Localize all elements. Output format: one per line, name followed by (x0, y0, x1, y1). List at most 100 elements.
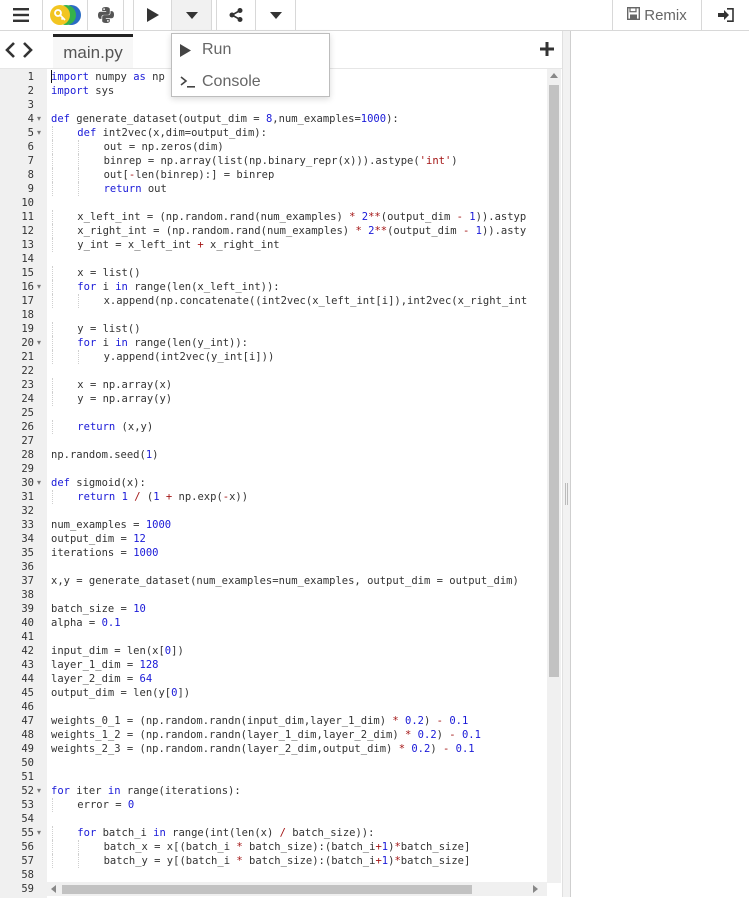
sign-in-icon (717, 8, 734, 22)
add-file-button[interactable] (540, 42, 556, 58)
scroll-right-icon[interactable] (533, 885, 538, 893)
line-number: 53 (21, 799, 34, 811)
code-line: for batch_i in range(int(len(x) / batch_… (77, 827, 375, 839)
fold-toggle-icon[interactable]: ▾ (37, 280, 45, 294)
scroll-left-icon[interactable] (51, 885, 56, 893)
indent-guide (78, 168, 80, 182)
fold-toggle-icon[interactable]: ▾ (37, 126, 45, 140)
indent-guide (52, 280, 53, 294)
code-line: def sigmoid(x): (51, 477, 146, 489)
code-line: y.append(int2vec(y_int[i])) (103, 351, 275, 363)
indent-guide (52, 154, 53, 168)
line-number: 14 (21, 253, 34, 265)
horizontal-scrollbar[interactable] (47, 882, 547, 896)
share-icon (229, 8, 243, 22)
line-number: 41 (21, 631, 34, 643)
fold-toggle-icon[interactable]: ▾ (37, 112, 45, 126)
code-line: for i in range(len(x_left_int)): (77, 281, 280, 293)
line-number: 56 (21, 841, 34, 853)
scroll-up-icon[interactable] (550, 73, 558, 78)
login-button[interactable] (702, 0, 749, 30)
output-panel (570, 31, 749, 897)
code-line: batch_size = 10 (51, 603, 146, 615)
remix-label: Remix (644, 6, 687, 24)
line-number: 43 (21, 659, 34, 671)
line-number: 38 (21, 589, 34, 601)
menu-item-console[interactable]: Console (172, 67, 329, 97)
line-number: 2 (27, 85, 34, 97)
code-line: x = list() (77, 267, 141, 279)
vertical-scroll-thumb[interactable] (549, 85, 559, 677)
line-number-gutter: 1 2 3 4 ▾ 5 ▾ 6 7 8 9 10 11 12 13 14 15 16 ▾ 17 18 19 20 ▾ 21 22 2… (0, 69, 47, 898)
line-number: 21 (21, 351, 34, 363)
fold-toggle-icon[interactable]: ▾ (37, 784, 45, 798)
code-line: num_examples = 1000 (51, 519, 172, 531)
code-line: return out (103, 183, 167, 195)
code-line: output_dim = 12 (51, 533, 146, 545)
menu-item-run[interactable]: Run (172, 35, 329, 65)
run-button[interactable] (133, 0, 172, 30)
splitter-grip[interactable] (565, 483, 568, 505)
line-number: 18 (21, 309, 34, 321)
plus-icon (540, 42, 554, 60)
line-number: 57 (21, 855, 34, 867)
hamburger-icon (13, 8, 29, 22)
code-line: x = np.array(x) (77, 379, 173, 391)
code-line: out = np.zeros(dim) (103, 141, 224, 153)
line-number: 7 (27, 155, 34, 167)
hamburger-menu-button[interactable] (0, 0, 43, 30)
line-number: 10 (21, 197, 34, 209)
line-number: 37 (21, 575, 34, 587)
code-line: batch_y = y[(batch_i * batch_size):(batc… (103, 855, 471, 867)
line-number: 6 (27, 141, 34, 153)
line-number: 15 (21, 267, 34, 279)
code-area[interactable]: import numpy as np import sys def generate… (51, 69, 547, 883)
python-icon (97, 6, 115, 24)
line-number: 59 (21, 883, 34, 895)
line-number: 16 (21, 281, 34, 293)
code-line: x.append(np.concatenate((int2vec(x_left_… (103, 295, 528, 307)
tab-main-py[interactable]: main.py (53, 34, 133, 68)
logo-button[interactable] (43, 0, 88, 30)
indent-guide (78, 140, 80, 154)
code-line: layer_1_dim = 128 (51, 659, 159, 671)
tab-navigation (4, 41, 38, 63)
line-number: 46 (21, 701, 34, 713)
line-number: 13 (21, 239, 34, 251)
language-button[interactable] (88, 0, 124, 30)
indent-guide (52, 126, 53, 140)
code-line: np.random.seed(1) (51, 449, 159, 461)
play-icon (146, 8, 159, 22)
panel-splitter[interactable] (562, 31, 570, 897)
fold-toggle-icon[interactable]: ▾ (37, 826, 45, 840)
code-editor[interactable]: 1 2 3 4 ▾ 5 ▾ 6 7 8 9 10 11 12 13 14 15 16 ▾ 17 18 19 20 ▾ 21 22 2… (0, 68, 562, 898)
fold-toggle-icon[interactable]: ▾ (37, 476, 45, 490)
indent-guide (78, 294, 80, 308)
vertical-scrollbar[interactable] (547, 69, 561, 883)
line-number: 50 (21, 757, 34, 769)
more-options-dropdown[interactable] (256, 0, 296, 30)
horizontal-scroll-thumb[interactable] (62, 885, 472, 894)
line-number: 11 (21, 211, 34, 223)
indent-guide (52, 840, 53, 854)
chevron-left-icon[interactable] (4, 41, 16, 63)
line-number: 26 (21, 421, 34, 433)
share-button[interactable] (216, 0, 256, 30)
indent-guide (52, 350, 53, 364)
line-number: 31 (21, 491, 34, 503)
chevron-right-icon[interactable] (22, 41, 34, 63)
fold-toggle-icon[interactable]: ▾ (37, 336, 45, 350)
line-number: 9 (27, 183, 34, 195)
code-line: def int2vec(x,dim=output_dim): (77, 127, 267, 139)
line-number: 8 (27, 169, 34, 181)
run-options-dropdown[interactable] (172, 0, 212, 30)
remix-button[interactable]: Remix (612, 0, 702, 30)
code-line: return (x,y) (77, 421, 154, 433)
line-number: 48 (21, 729, 34, 741)
menu-item-label: Run (202, 41, 232, 58)
line-number: 34 (21, 533, 34, 545)
line-number: 47 (21, 715, 34, 727)
code-line: weights_1_2 = (np.random.randn(layer_1_d… (51, 729, 481, 741)
code-line: input_dim = len(x[0]) (51, 645, 184, 657)
line-number: 23 (21, 379, 34, 391)
